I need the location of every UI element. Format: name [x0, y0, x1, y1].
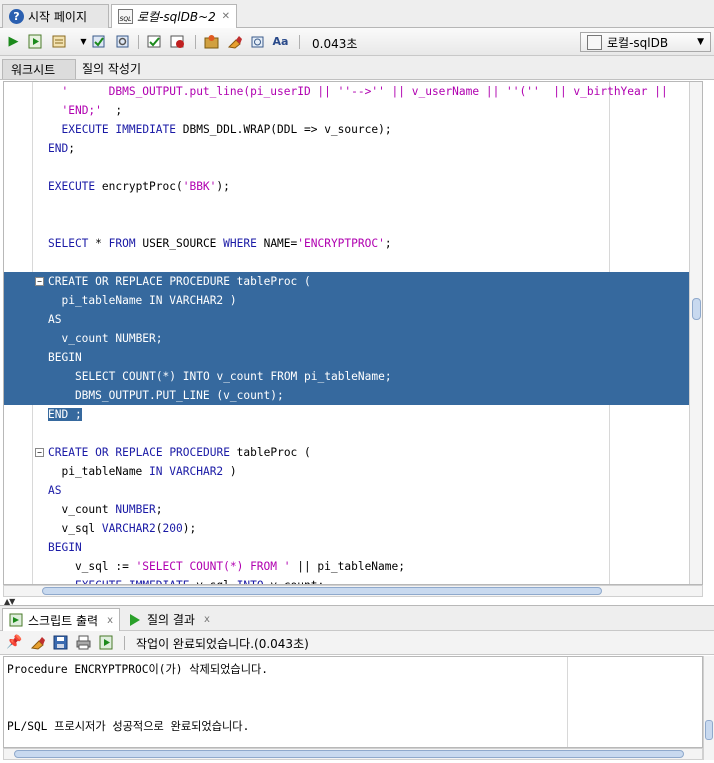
script-output-area[interactable]: Procedure ENCRYPTPROC이(가) 삭제되었습니다. PL/SQ… [3, 656, 703, 748]
tab-start-page[interactable]: ? 시작 페이지 [2, 4, 109, 28]
code-line[interactable]: ' DBMS_OUTPUT.put_line(pi_userID || ''--… [4, 82, 690, 101]
pin-icon[interactable]: 📌 [6, 634, 23, 651]
tab-label: 질의 결과 [147, 613, 195, 627]
clear-icon[interactable] [226, 33, 243, 50]
sql-worksheet-icon: SQL [118, 9, 133, 24]
code-line[interactable]: AS [4, 310, 690, 329]
toolbar-separator [299, 35, 300, 49]
save-icon[interactable] [52, 634, 69, 651]
worksheet-toolbar: ▶ ▼ Aa 0.043초 로컬-sqlDB ▼ [0, 28, 714, 56]
code-line[interactable]: SELECT * FROM USER_SOURCE WHERE NAME='EN… [4, 234, 690, 253]
chevron-down-icon: ▼ [697, 37, 704, 47]
worksheet-subtabs: 워크시트 질의 작성기 [0, 56, 714, 80]
code-line[interactable]: v_sql VARCHAR2(200); [4, 519, 690, 538]
autotrace-icon[interactable] [169, 33, 186, 50]
code-line[interactable]: v_sql := 'SELECT COUNT(*) FROM ' || pi_t… [4, 557, 690, 576]
code-line[interactable]: BEGIN [4, 538, 690, 557]
code-line[interactable]: DBMS_OUTPUT.PUT_LINE (v_count); [4, 386, 690, 405]
output-vertical-scrollbar[interactable] [703, 656, 714, 760]
format-icon[interactable]: Aa [272, 33, 289, 50]
tuning-advisor-icon[interactable] [203, 33, 220, 50]
code-line[interactable]: pi_tableName IN VARCHAR2 ) [4, 291, 690, 310]
code-line[interactable]: BEGIN [4, 348, 690, 367]
code-line[interactable]: v_count NUMBER; [4, 329, 690, 348]
scrollbar-thumb[interactable] [14, 750, 684, 758]
fold-toggle-icon[interactable]: − [35, 448, 44, 457]
sql-editor[interactable]: ' DBMS_OUTPUT.put_line(pi_userID || ''--… [3, 81, 703, 585]
status-message: 작업이 완료되었습니다.(0.043초) [136, 637, 309, 651]
help-icon: ? [9, 9, 24, 24]
code-line[interactable]: EXECUTE IMMEDIATE DBMS_DDL.WRAP(DDL => v… [4, 120, 690, 139]
tab-query-builder[interactable]: 질의 작성기 [74, 59, 149, 79]
code-line[interactable]: END; [4, 139, 690, 158]
tab-label: 로컬-sqlDB~2 [137, 10, 216, 24]
script-output-icon [9, 613, 23, 627]
elapsed-time: 0.043초 [312, 37, 358, 51]
code-line[interactable]: AS [4, 481, 690, 500]
tab-query-result[interactable]: 질의 결과 x [122, 608, 216, 631]
editor-vertical-scrollbar[interactable] [689, 82, 702, 584]
toolbar-separator [124, 636, 125, 650]
code-line[interactable] [4, 215, 690, 234]
tab-label: 시작 페이지 [28, 10, 88, 24]
code-line[interactable]: END ; [4, 405, 690, 424]
code-line[interactable]: v_count NUMBER; [4, 500, 690, 519]
output-line: Procedure ENCRYPTPROC이(가) 삭제되었습니다. [7, 663, 269, 676]
fold-toggle-icon[interactable]: − [35, 277, 44, 286]
editor-horizontal-scrollbar[interactable] [3, 585, 703, 597]
code-line[interactable]: EXECUTE IMMEDIATE v_sql INTO v_count; [4, 576, 690, 584]
run-statement-icon[interactable]: ▶ [5, 33, 22, 50]
script-output-icon[interactable] [98, 634, 115, 651]
close-icon[interactable]: ✕ [222, 11, 230, 22]
scrollbar-thumb[interactable] [692, 298, 701, 320]
code-line[interactable] [4, 158, 690, 177]
toolbar-separator [195, 35, 196, 49]
editor-tab-bar: ? 시작 페이지 SQL 로컬-sqlDB~2 ✕ [0, 0, 714, 28]
history-icon[interactable] [249, 33, 266, 50]
code-line[interactable]: pi_tableName IN VARCHAR2 ) [4, 462, 690, 481]
commit-icon[interactable] [90, 33, 107, 50]
code-line[interactable]: 'END;' ; [4, 101, 690, 120]
code-line[interactable]: CREATE OR REPLACE PROCEDURE tableProc ( [4, 443, 690, 462]
code-line[interactable] [4, 424, 690, 443]
output-column-divider [567, 657, 568, 747]
sql-history-icon[interactable] [51, 33, 68, 50]
code-line[interactable]: EXECUTE encryptProc('BBK'); [4, 177, 690, 196]
explain-plan-icon[interactable] [146, 33, 163, 50]
code-line[interactable]: CREATE OR REPLACE PROCEDURE tableProc ( [4, 272, 690, 291]
query-result-icon [130, 613, 140, 626]
scrollbar-thumb[interactable] [705, 720, 713, 740]
connection-name: 로컬-sqlDB [607, 35, 669, 50]
connection-select[interactable]: 로컬-sqlDB ▼ [580, 32, 711, 52]
output-horizontal-scrollbar[interactable] [3, 748, 703, 760]
tab-script-output[interactable]: 스크립트 출력 x [2, 608, 120, 631]
tab-worksheet[interactable]: 워크시트 [2, 59, 76, 79]
tab-label: 스크립트 출력 [28, 613, 99, 628]
close-icon[interactable]: x [107, 615, 113, 626]
run-script-icon[interactable] [27, 33, 44, 50]
print-icon[interactable] [75, 634, 92, 651]
scrollbar-thumb[interactable] [42, 587, 602, 595]
database-connection-icon [587, 34, 602, 50]
output-toolbar: 📌 작업이 완료되었습니다.(0.043초) [0, 631, 714, 655]
code-line[interactable] [4, 253, 690, 272]
code-line[interactable] [4, 196, 690, 215]
close-icon[interactable]: x [204, 614, 210, 625]
output-tab-bar: 스크립트 출력 x 질의 결과 x [0, 605, 714, 631]
clear-icon[interactable] [29, 634, 46, 651]
rollback-icon[interactable] [114, 33, 131, 50]
tab-sql-worksheet[interactable]: SQL 로컬-sqlDB~2 ✕ [111, 4, 237, 28]
output-line: PL/SQL 프로시저가 성공적으로 완료되었습니다. [7, 720, 250, 733]
toolbar-separator [138, 35, 139, 49]
code-line[interactable]: SELECT COUNT(*) INTO v_count FROM pi_tab… [4, 367, 690, 386]
